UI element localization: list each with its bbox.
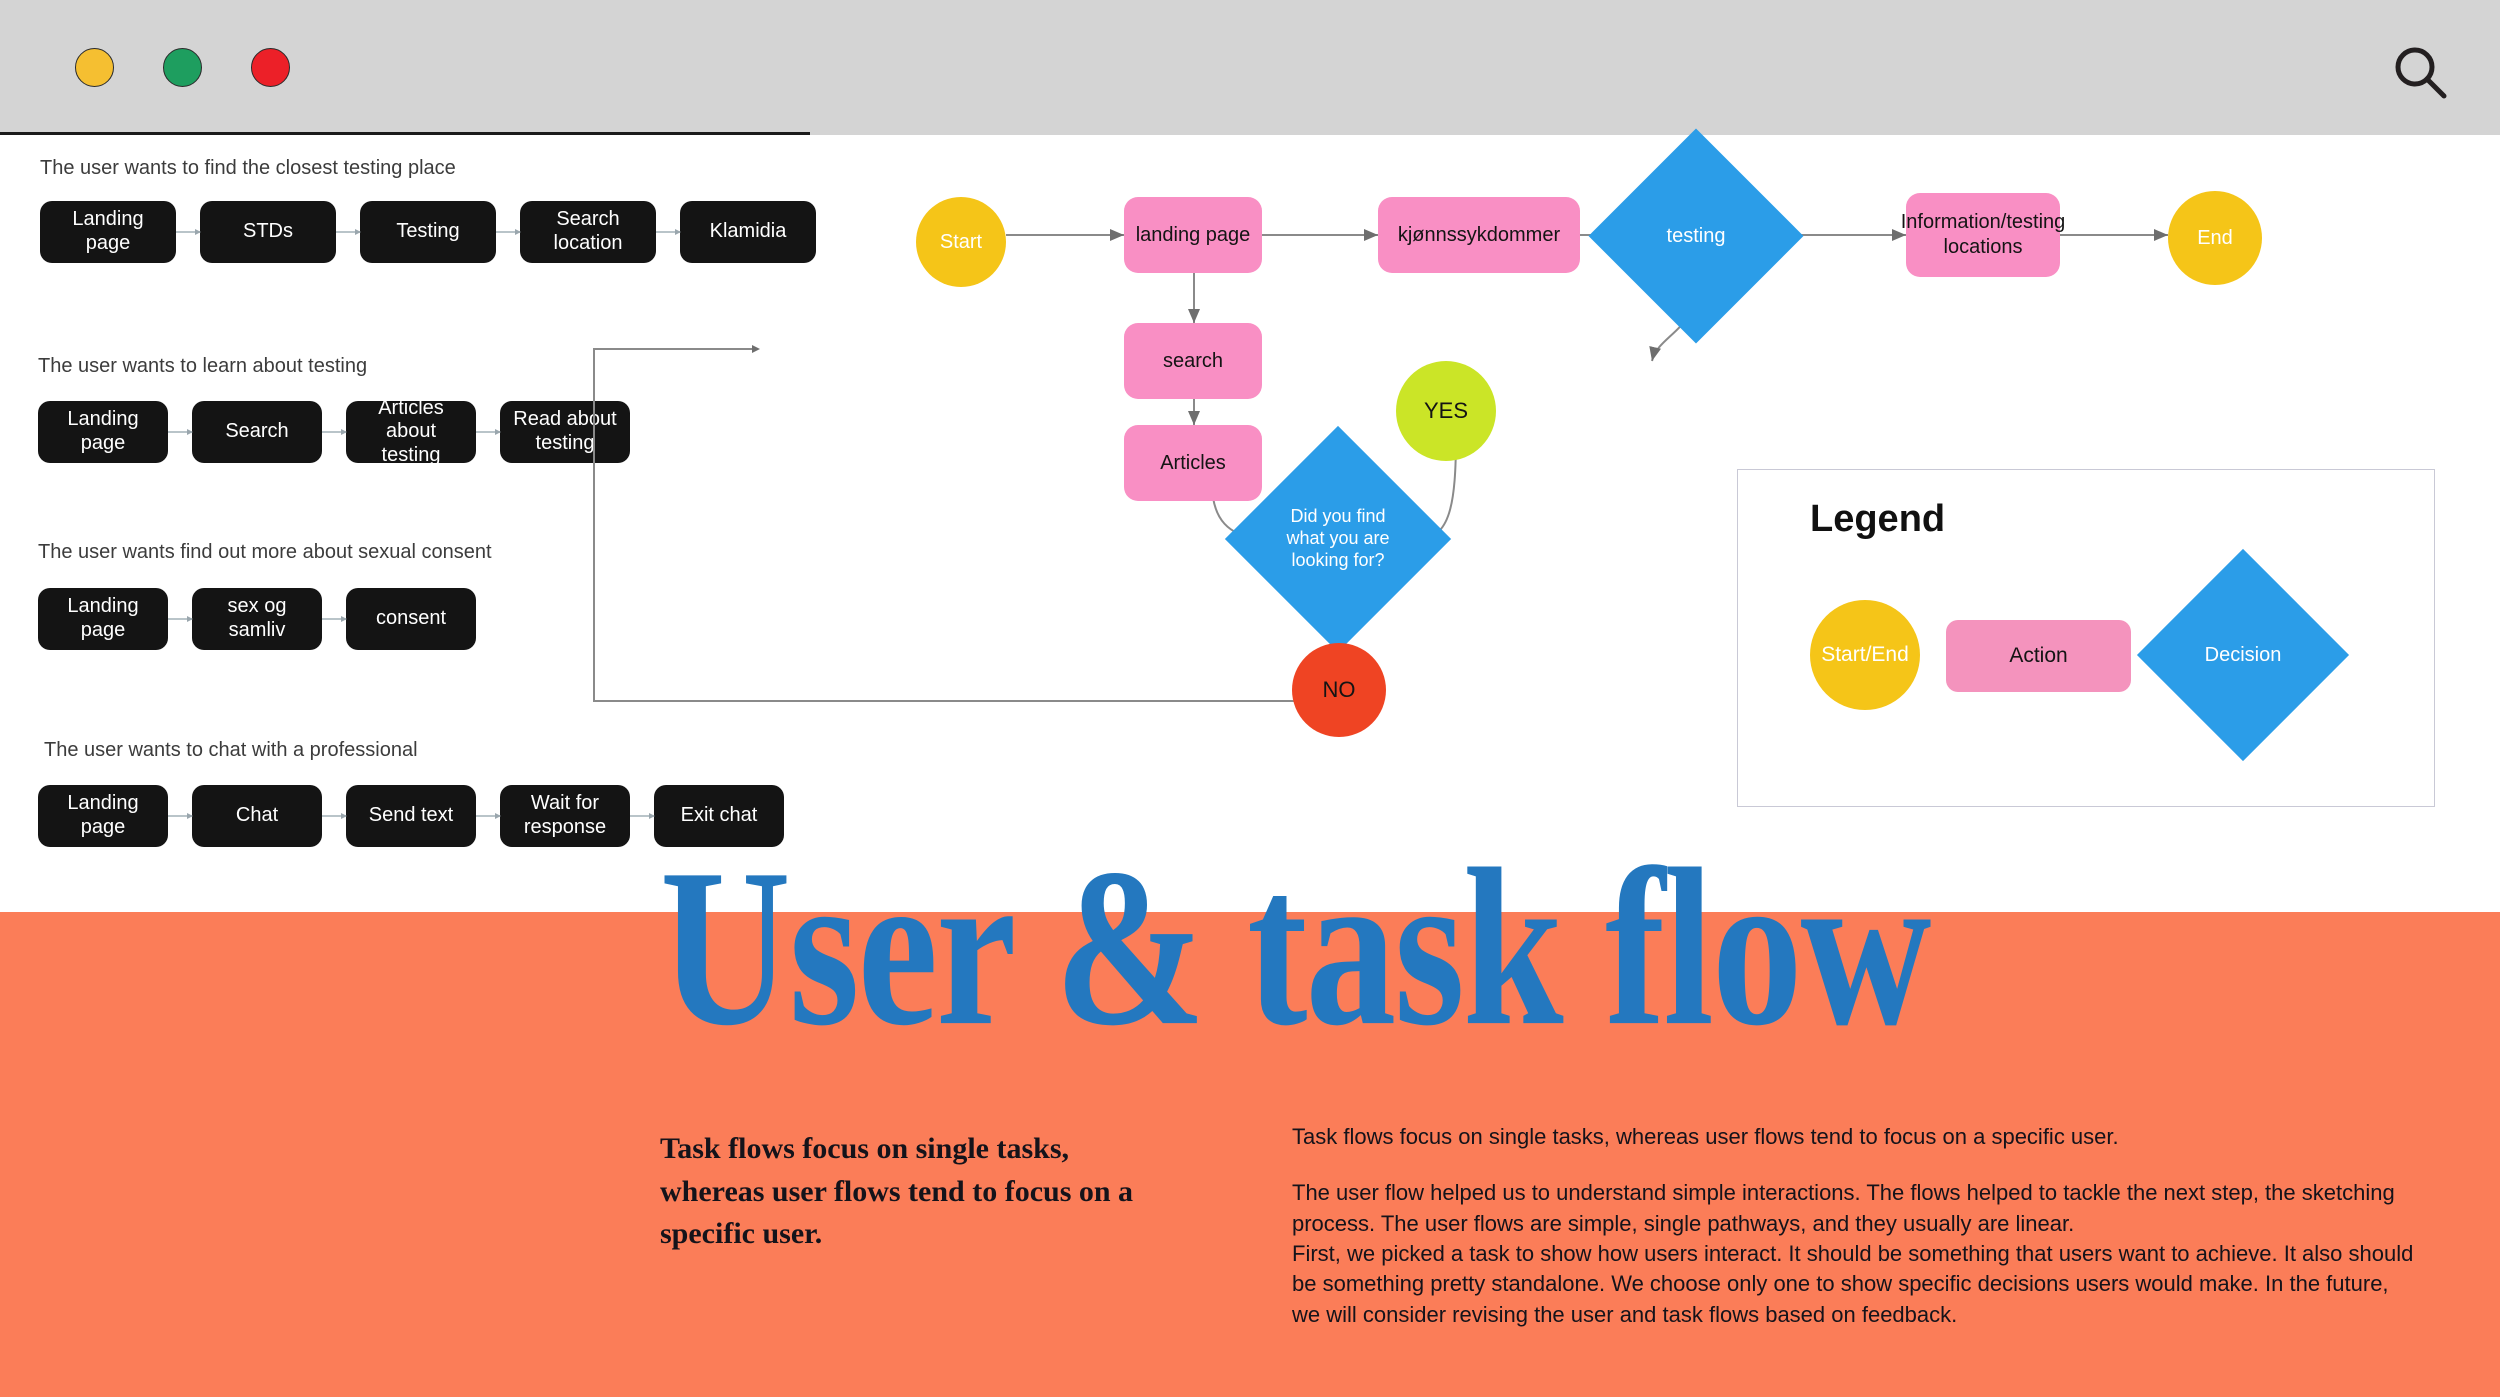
flow-node-testing-label: testing [1666,224,1726,247]
flow-node-information-locations[interactable]: Information/testing locations [1901,193,2065,277]
flow-arrow-icon [336,228,361,235]
flow-node-found-decision[interactable]: Did you find what you are looking for? [1224,425,1452,653]
flow-node-end[interactable]: End [2168,191,2262,285]
flow-node-search[interactable]: search [1124,323,1262,399]
flow-arrow-icon [322,812,347,819]
flow-arrow-icon [476,812,501,819]
flow-node-landing-page[interactable]: landing page [1124,197,1262,273]
task-flow-steps: Landing page sex og samliv consent [38,588,476,650]
task-flow-step[interactable]: sex og samliv [192,588,322,650]
body-paragraph-1: Task flows focus on single tasks, wherea… [1292,1124,2119,1149]
task-flow-step[interactable]: Landing page [38,588,168,650]
legend-item-decision: Decision [2136,548,2350,762]
task-flow-step[interactable]: Send text [346,785,476,847]
window-titlebar [0,0,2500,135]
task-flow-step[interactable]: Landing page [38,785,168,847]
task-flow-step[interactable]: Landing page [40,201,176,263]
task-flow-steps: Landing page Search Articles about testi… [38,397,630,466]
flow-arrow-icon [476,428,501,435]
flow-arrow-icon [168,428,193,435]
task-flow-step[interactable]: Landing page [38,401,168,463]
whiteboard-canvas: The user wants to find the closest testi… [0,128,2500,912]
legend-item-action: Action [1946,620,2131,692]
flow-node-kjonnssykdommer[interactable]: kjønnssykdommer [1378,197,1580,273]
body-paragraph-2: The user flow helped us to understand si… [1292,1180,2395,1236]
flow-node-articles[interactable]: Articles [1124,425,1262,501]
flow-node-testing-decision[interactable]: testing [1588,128,1804,344]
window-minimize-button[interactable] [75,48,114,87]
search-icon[interactable] [2384,36,2458,110]
legend-panel: Legend Start/End Action Decision [1737,469,2435,807]
legend-item-start-end: Start/End [1810,600,1920,710]
window-maximize-button[interactable] [163,48,202,87]
body-copy: Task flows focus on single tasks, wherea… [1292,1122,2422,1330]
flow-arrow-icon [168,615,193,622]
lede-text: Task flows focus on single tasks, wherea… [660,1132,1134,1251]
legend-item-decision-label: Decision [2204,643,2282,666]
task-flow-step[interactable]: Articles about testing [346,397,476,466]
task-flow-step[interactable]: Search [192,401,322,463]
task-flow-step[interactable]: consent [346,588,476,650]
page-title: User & task flow [660,823,1931,1074]
flow-arrow-icon [322,615,347,622]
flow-node-no[interactable]: NO [1292,643,1386,737]
flow-node-yes[interactable]: YES [1396,361,1496,461]
flow-arrow-icon [176,228,201,235]
task-flow-step[interactable]: Chat [192,785,322,847]
flow-arrow-icon [322,428,347,435]
flow-node-found-label: Did you find what you are looking for? [1286,506,1390,570]
flow-node-start[interactable]: Start [916,197,1006,287]
flow-arrow-icon [168,812,193,819]
task-flow-step[interactable]: Testing [360,201,496,263]
body-paragraph-3: First, we picked a task to show how user… [1292,1241,2414,1327]
window-close-button[interactable] [251,48,290,87]
legend-title: Legend [1810,498,1946,540]
flow-arrow-icon [496,228,521,235]
task-flow-step[interactable]: STDs [200,201,336,263]
